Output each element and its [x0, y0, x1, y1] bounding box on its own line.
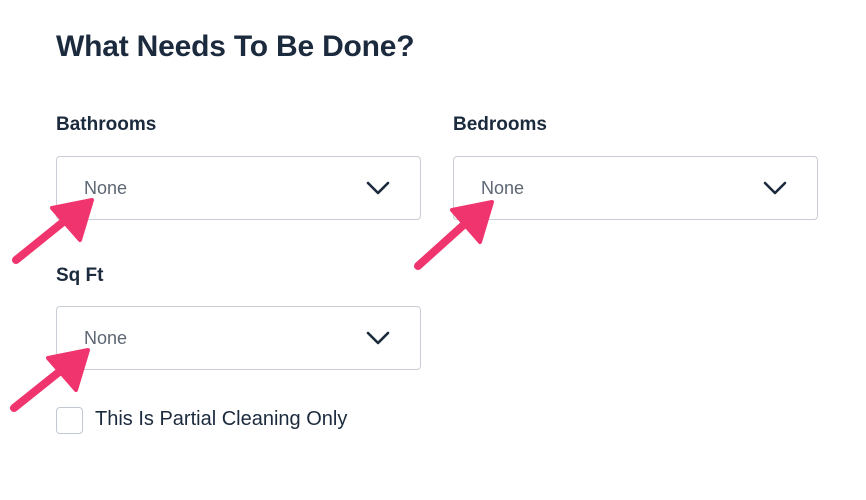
bedrooms-value: None: [481, 178, 525, 198]
bathrooms-select[interactable]: None: [56, 156, 421, 220]
chevron-down-icon: [763, 181, 787, 195]
chevron-down-icon: [366, 181, 390, 195]
chevron-down-icon: [366, 331, 390, 345]
bathrooms-label: Bathrooms: [56, 114, 157, 135]
partial-cleaning-checkbox[interactable]: [56, 407, 83, 434]
bedrooms-label: Bedrooms: [453, 114, 547, 135]
sqft-value: None: [84, 328, 128, 348]
bedrooms-select[interactable]: None: [453, 156, 818, 220]
sqft-label: Sq Ft: [56, 265, 104, 286]
sqft-select[interactable]: None: [56, 306, 421, 370]
bathrooms-value: None: [84, 178, 128, 198]
page-title: What Needs To Be Done?: [56, 30, 415, 63]
partial-cleaning-label: This Is Partial Cleaning Only: [95, 408, 348, 430]
